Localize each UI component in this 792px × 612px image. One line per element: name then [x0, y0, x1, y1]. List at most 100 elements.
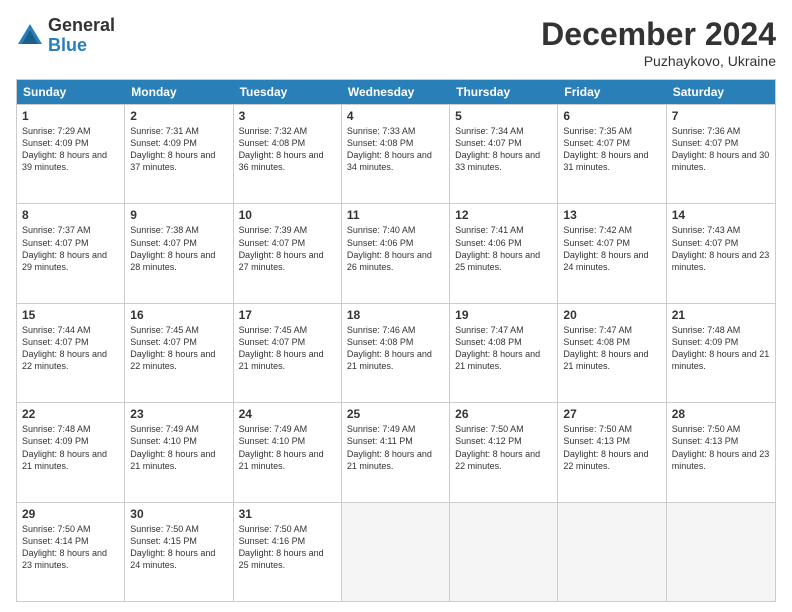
- day-header: Friday: [558, 80, 666, 104]
- logo: General Blue: [16, 16, 115, 56]
- day-cell: 29 Sunrise: 7:50 AMSunset: 4:14 PMDayligh…: [17, 503, 125, 601]
- day-number: 9: [130, 208, 227, 222]
- day-info: Sunrise: 7:49 AMSunset: 4:11 PMDaylight:…: [347, 423, 444, 472]
- day-number: 7: [672, 109, 770, 123]
- day-info: Sunrise: 7:48 AMSunset: 4:09 PMDaylight:…: [672, 324, 770, 373]
- day-cell: 1Sunrise: 7:29 AMSunset: 4:09 PMDaylight…: [17, 105, 125, 203]
- day-info: Sunrise: 7:50 AMSunset: 4:15 PMDaylight:…: [130, 523, 227, 572]
- day-info: Sunrise: 7:32 AMSunset: 4:08 PMDaylight:…: [239, 125, 336, 174]
- day-info: Sunrise: 7:39 AMSunset: 4:07 PMDaylight:…: [239, 224, 336, 273]
- day-cell: 12 Sunrise: 7:41 AMSunset: 4:06 PMDayligh…: [450, 204, 558, 302]
- day-cell: 28 Sunrise: 7:50 AMSunset: 4:13 PMDayligh…: [667, 403, 775, 501]
- day-number: 28: [672, 407, 770, 421]
- day-cell: 19 Sunrise: 7:47 AMSunset: 4:08 PMDayligh…: [450, 304, 558, 402]
- day-info: Sunrise: 7:49 AMSunset: 4:10 PMDaylight:…: [130, 423, 227, 472]
- day-cell: 18 Sunrise: 7:46 AMSunset: 4:08 PMDayligh…: [342, 304, 450, 402]
- day-number: 22: [22, 407, 119, 421]
- day-number: 8: [22, 208, 119, 222]
- day-cell: 20Sunrise: 7:47 AMSunset: 4:08 PMDayligh…: [558, 304, 666, 402]
- day-info: Sunrise: 7:47 AMSunset: 4:08 PMDaylight:…: [455, 324, 552, 373]
- day-cell: 15 Sunrise: 7:44 AMSunset: 4:07 PMDayligh…: [17, 304, 125, 402]
- day-info: Sunrise: 7:48 AMSunset: 4:09 PMDaylight:…: [22, 423, 119, 472]
- calendar-week: 8 Sunrise: 7:37 AMSunset: 4:07 PMDaylight…: [17, 203, 775, 302]
- day-info: Sunrise: 7:44 AMSunset: 4:07 PMDaylight:…: [22, 324, 119, 373]
- day-number: 15: [22, 308, 119, 322]
- day-info: Sunrise: 7:50 AMSunset: 4:14 PMDaylight:…: [22, 523, 119, 572]
- day-info: Sunrise: 7:41 AMSunset: 4:06 PMDaylight:…: [455, 224, 552, 273]
- day-info: Sunrise: 7:35 AMSunset: 4:07 PMDaylight:…: [563, 125, 660, 174]
- day-cell: 22 Sunrise: 7:48 AMSunset: 4:09 PMDayligh…: [17, 403, 125, 501]
- day-info: Sunrise: 7:38 AMSunset: 4:07 PMDaylight:…: [130, 224, 227, 273]
- day-info: Sunrise: 7:36 AMSunset: 4:07 PMDaylight:…: [672, 125, 770, 174]
- day-cell: 4 Sunrise: 7:33 AMSunset: 4:08 PMDaylight…: [342, 105, 450, 203]
- day-info: Sunrise: 7:45 AMSunset: 4:07 PMDaylight:…: [239, 324, 336, 373]
- day-cell: 16 Sunrise: 7:45 AMSunset: 4:07 PMDayligh…: [125, 304, 233, 402]
- empty-cell: [667, 503, 775, 601]
- day-info: Sunrise: 7:40 AMSunset: 4:06 PMDaylight:…: [347, 224, 444, 273]
- day-cell: 13Sunrise: 7:42 AMSunset: 4:07 PMDayligh…: [558, 204, 666, 302]
- day-cell: 10 Sunrise: 7:39 AMSunset: 4:07 PMDayligh…: [234, 204, 342, 302]
- day-number: 2: [130, 109, 227, 123]
- day-number: 20: [563, 308, 660, 322]
- logo-blue: Blue: [48, 36, 115, 56]
- header: General Blue December 2024 Puzhaykovo, U…: [16, 16, 776, 69]
- day-header: Sunday: [17, 80, 125, 104]
- day-number: 12: [455, 208, 552, 222]
- day-header: Wednesday: [342, 80, 450, 104]
- calendar-week: 29 Sunrise: 7:50 AMSunset: 4:14 PMDayligh…: [17, 502, 775, 601]
- day-header: Monday: [125, 80, 233, 104]
- day-cell: 8 Sunrise: 7:37 AMSunset: 4:07 PMDaylight…: [17, 204, 125, 302]
- day-number: 19: [455, 308, 552, 322]
- day-info: Sunrise: 7:29 AMSunset: 4:09 PMDaylight:…: [22, 125, 119, 174]
- day-info: Sunrise: 7:31 AMSunset: 4:09 PMDaylight:…: [130, 125, 227, 174]
- location: Puzhaykovo, Ukraine: [541, 53, 776, 69]
- day-cell: 26 Sunrise: 7:50 AMSunset: 4:12 PMDayligh…: [450, 403, 558, 501]
- day-header: Thursday: [450, 80, 558, 104]
- day-info: Sunrise: 7:33 AMSunset: 4:08 PMDaylight:…: [347, 125, 444, 174]
- day-number: 10: [239, 208, 336, 222]
- day-info: Sunrise: 7:50 AMSunset: 4:13 PMDaylight:…: [563, 423, 660, 472]
- day-number: 18: [347, 308, 444, 322]
- day-number: 11: [347, 208, 444, 222]
- day-info: Sunrise: 7:46 AMSunset: 4:08 PMDaylight:…: [347, 324, 444, 373]
- day-info: Sunrise: 7:50 AMSunset: 4:13 PMDaylight:…: [672, 423, 770, 472]
- day-number: 3: [239, 109, 336, 123]
- day-number: 13: [563, 208, 660, 222]
- day-header: Saturday: [667, 80, 775, 104]
- day-info: Sunrise: 7:43 AMSunset: 4:07 PMDaylight:…: [672, 224, 770, 273]
- day-cell: 24Sunrise: 7:49 AMSunset: 4:10 PMDayligh…: [234, 403, 342, 501]
- day-number: 16: [130, 308, 227, 322]
- day-cell: 23Sunrise: 7:49 AMSunset: 4:10 PMDayligh…: [125, 403, 233, 501]
- calendar-week: 1Sunrise: 7:29 AMSunset: 4:09 PMDaylight…: [17, 104, 775, 203]
- day-number: 25: [347, 407, 444, 421]
- day-cell: 27 Sunrise: 7:50 AMSunset: 4:13 PMDayligh…: [558, 403, 666, 501]
- day-number: 29: [22, 507, 119, 521]
- day-number: 4: [347, 109, 444, 123]
- day-info: Sunrise: 7:50 AMSunset: 4:16 PMDaylight:…: [239, 523, 336, 572]
- day-info: Sunrise: 7:45 AMSunset: 4:07 PMDaylight:…: [130, 324, 227, 373]
- day-info: Sunrise: 7:49 AMSunset: 4:10 PMDaylight:…: [239, 423, 336, 472]
- calendar-body: 1Sunrise: 7:29 AMSunset: 4:09 PMDaylight…: [17, 104, 775, 601]
- empty-cell: [342, 503, 450, 601]
- page: General Blue December 2024 Puzhaykovo, U…: [0, 0, 792, 612]
- day-cell: 5 Sunrise: 7:34 AMSunset: 4:07 PMDaylight…: [450, 105, 558, 203]
- day-cell: 7 Sunrise: 7:36 AMSunset: 4:07 PMDaylight…: [667, 105, 775, 203]
- day-cell: 3 Sunrise: 7:32 AMSunset: 4:08 PMDaylight…: [234, 105, 342, 203]
- day-info: Sunrise: 7:34 AMSunset: 4:07 PMDaylight:…: [455, 125, 552, 174]
- day-number: 6: [563, 109, 660, 123]
- day-number: 30: [130, 507, 227, 521]
- day-cell: 31 Sunrise: 7:50 AMSunset: 4:16 PMDayligh…: [234, 503, 342, 601]
- day-number: 27: [563, 407, 660, 421]
- calendar-week: 15 Sunrise: 7:44 AMSunset: 4:07 PMDayligh…: [17, 303, 775, 402]
- day-cell: 30 Sunrise: 7:50 AMSunset: 4:15 PMDayligh…: [125, 503, 233, 601]
- day-info: Sunrise: 7:50 AMSunset: 4:12 PMDaylight:…: [455, 423, 552, 472]
- day-cell: 14Sunrise: 7:43 AMSunset: 4:07 PMDayligh…: [667, 204, 775, 302]
- day-cell: 9 Sunrise: 7:38 AMSunset: 4:07 PMDaylight…: [125, 204, 233, 302]
- day-number: 5: [455, 109, 552, 123]
- day-cell: 21Sunrise: 7:48 AMSunset: 4:09 PMDayligh…: [667, 304, 775, 402]
- day-info: Sunrise: 7:37 AMSunset: 4:07 PMDaylight:…: [22, 224, 119, 273]
- day-number: 26: [455, 407, 552, 421]
- calendar-header: SundayMondayTuesdayWednesdayThursdayFrid…: [17, 80, 775, 104]
- day-number: 31: [239, 507, 336, 521]
- empty-cell: [558, 503, 666, 601]
